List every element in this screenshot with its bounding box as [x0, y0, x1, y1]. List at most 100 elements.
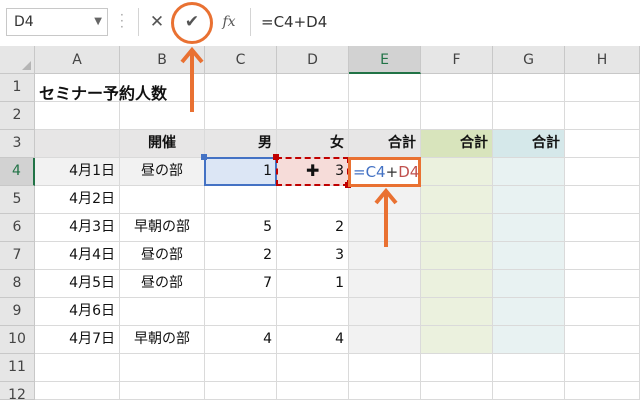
cell-h12[interactable] [565, 382, 640, 400]
row-header-11[interactable]: 11 [0, 354, 35, 382]
cell-d11[interactable] [277, 354, 349, 382]
formula-bar-grip-icon[interactable]: · · · [120, 9, 124, 33]
cell-e2[interactable] [349, 102, 421, 130]
cell-d3[interactable]: 女 [277, 130, 349, 158]
cell-b9[interactable] [120, 298, 205, 326]
cell-c10[interactable]: 4 [205, 326, 277, 354]
cell-f1[interactable] [421, 74, 493, 102]
row-header-10[interactable]: 10 [0, 326, 35, 354]
cell-c3[interactable]: 男 [205, 130, 277, 158]
cell-f9[interactable] [421, 298, 493, 326]
cell-a5[interactable]: 4月2日 [35, 186, 120, 214]
cell-a8[interactable]: 4月5日 [35, 270, 120, 298]
cell-h10[interactable] [565, 326, 640, 354]
cell-a4[interactable]: 4月1日 [35, 158, 120, 186]
chevron-down-icon[interactable]: ▼ [94, 16, 102, 27]
cell-f3[interactable]: 合計 [421, 130, 493, 158]
column-header-d[interactable]: D [277, 46, 349, 74]
sheet-title[interactable]: セミナー予約人数 [39, 80, 167, 104]
cell-g1[interactable] [493, 74, 565, 102]
cell-a10[interactable]: 4月7日 [35, 326, 120, 354]
column-header-a[interactable]: A [35, 46, 120, 74]
cell-a9[interactable]: 4月6日 [35, 298, 120, 326]
cell-c2[interactable] [205, 102, 277, 130]
cell-e11[interactable] [349, 354, 421, 382]
cell-f8[interactable] [421, 270, 493, 298]
range-handle-d4[interactable] [273, 154, 279, 160]
cell-c7[interactable]: 2 [205, 242, 277, 270]
edit-cell-e4[interactable]: =C4+D4 [348, 157, 421, 187]
cell-g6[interactable] [493, 214, 565, 242]
cell-h7[interactable] [565, 242, 640, 270]
cell-d5[interactable] [277, 186, 349, 214]
cell-b4[interactable]: 昼の部 [120, 158, 205, 186]
cell-e10[interactable] [349, 326, 421, 354]
cell-a11[interactable] [35, 354, 120, 382]
cell-b8[interactable]: 昼の部 [120, 270, 205, 298]
cell-g12[interactable] [493, 382, 565, 400]
cell-h3[interactable] [565, 130, 640, 158]
cell-h6[interactable] [565, 214, 640, 242]
name-box[interactable]: D4 ▼ [6, 8, 108, 36]
cell-g8[interactable] [493, 270, 565, 298]
cell-c11[interactable] [205, 354, 277, 382]
cell-g10[interactable] [493, 326, 565, 354]
cell-b7[interactable]: 昼の部 [120, 242, 205, 270]
row-header-3[interactable]: 3 [0, 130, 35, 158]
column-header-c[interactable]: C [205, 46, 277, 74]
cell-f7[interactable] [421, 242, 493, 270]
cell-g2[interactable] [493, 102, 565, 130]
cell-a7[interactable]: 4月4日 [35, 242, 120, 270]
cell-e1[interactable] [349, 74, 421, 102]
close-icon[interactable]: ✕ [144, 8, 170, 36]
row-header-6[interactable]: 6 [0, 214, 35, 242]
cell-h2[interactable] [565, 102, 640, 130]
cell-d8[interactable]: 1 [277, 270, 349, 298]
cell-f11[interactable] [421, 354, 493, 382]
cell-f6[interactable] [421, 214, 493, 242]
cell-a12[interactable] [35, 382, 120, 400]
cell-g7[interactable] [493, 242, 565, 270]
row-header-4[interactable]: 4 [0, 158, 35, 186]
cell-g5[interactable] [493, 186, 565, 214]
cell-g9[interactable] [493, 298, 565, 326]
cell-c12[interactable] [205, 382, 277, 400]
cell-h4[interactable] [565, 158, 640, 186]
row-header-1[interactable]: 1 [0, 74, 35, 102]
cell-g11[interactable] [493, 354, 565, 382]
cell-d2[interactable] [277, 102, 349, 130]
row-header-7[interactable]: 7 [0, 242, 35, 270]
row-header-9[interactable]: 9 [0, 298, 35, 326]
column-header-h[interactable]: H [565, 46, 640, 74]
formula-input[interactable]: =C4+D4 [250, 8, 638, 36]
cell-e9[interactable] [349, 298, 421, 326]
cell-g3[interactable]: 合計 [493, 130, 565, 158]
row-header-2[interactable]: 2 [0, 102, 35, 130]
cell-b11[interactable] [120, 354, 205, 382]
column-header-g[interactable]: G [493, 46, 565, 74]
cell-c8[interactable]: 7 [205, 270, 277, 298]
cell-c1[interactable] [205, 74, 277, 102]
cell-c6[interactable]: 5 [205, 214, 277, 242]
cell-c9[interactable] [205, 298, 277, 326]
column-header-e[interactable]: E [349, 46, 421, 74]
cell-d7[interactable]: 3 [277, 242, 349, 270]
range-handle-c4[interactable] [201, 154, 207, 160]
cell-f2[interactable] [421, 102, 493, 130]
insert-function-button[interactable]: fx [216, 8, 242, 36]
cell-a3[interactable] [35, 130, 120, 158]
cell-b5[interactable] [120, 186, 205, 214]
cell-b10[interactable]: 早朝の部 [120, 326, 205, 354]
cell-d12[interactable] [277, 382, 349, 400]
cell-d1[interactable] [277, 74, 349, 102]
cell-d9[interactable] [277, 298, 349, 326]
cell-f12[interactable] [421, 382, 493, 400]
cell-a2[interactable] [35, 102, 120, 130]
cell-c5[interactable] [205, 186, 277, 214]
cell-e12[interactable] [349, 382, 421, 400]
row-header-8[interactable]: 8 [0, 270, 35, 298]
column-header-f[interactable]: F [421, 46, 493, 74]
cell-g4[interactable] [493, 158, 565, 186]
cell-h8[interactable] [565, 270, 640, 298]
cell-f5[interactable] [421, 186, 493, 214]
